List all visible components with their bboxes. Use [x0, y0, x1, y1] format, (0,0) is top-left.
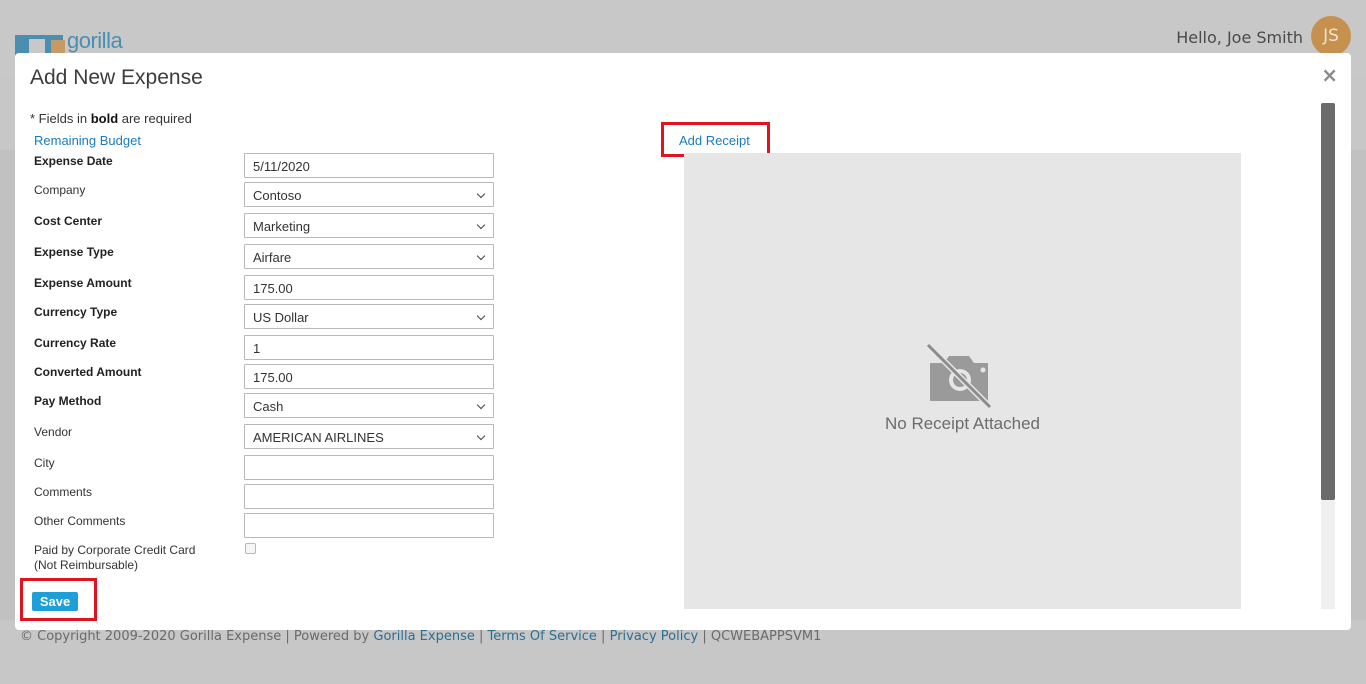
no-receipt-text: No Receipt Attached: [885, 414, 1040, 433]
page-footer: © Copyright 2009-2020 Gorilla Expense | …: [20, 629, 821, 644]
required-fields-note: * Fields in bold are required: [30, 111, 192, 126]
save-button[interactable]: Save: [32, 592, 78, 611]
scrollbar-thumb[interactable]: [1321, 103, 1335, 500]
company-label: Company: [34, 183, 86, 197]
avatar[interactable]: JS: [1311, 16, 1351, 56]
cost-center-select[interactable]: Marketing: [244, 213, 494, 238]
company-select[interactable]: Contoso: [244, 182, 494, 207]
add-receipt-link[interactable]: Add Receipt: [679, 133, 750, 148]
footer-separator: |: [596, 629, 610, 644]
currency-rate-label: Currency Rate: [34, 336, 117, 350]
modal-title: Add New Expense: [30, 66, 203, 89]
receipt-preview-area: No Receipt Attached: [684, 153, 1241, 609]
user-greeting: Hello, Joe Smith: [1176, 28, 1303, 47]
add-expense-modal: Add New Expense × * Fields in bold are r…: [15, 53, 1351, 630]
footer-separator: |: [698, 629, 711, 644]
copyright-text: © Copyright 2009-2020 Gorilla Expense | …: [20, 629, 374, 644]
converted-amount-input[interactable]: 175.00: [244, 364, 494, 389]
server-name: QCWEBAPPSVM1: [710, 629, 822, 644]
comments-label: Comments: [34, 485, 93, 499]
no-camera-icon: [925, 343, 993, 409]
pay-method-label: Pay Method: [34, 394, 102, 408]
currency-type-label: Currency Type: [34, 305, 118, 319]
expense-date-label: Expense Date: [34, 154, 113, 168]
expense-amount-label: Expense Amount: [34, 276, 132, 290]
corporate-card-label: Paid by Corporate Credit Card (Not Reimb…: [34, 543, 195, 573]
expense-date-input[interactable]: 5/11/2020: [244, 153, 494, 178]
logo-word: gorilla: [67, 28, 123, 53]
privacy-policy-link[interactable]: Privacy Policy: [610, 629, 699, 644]
corporate-card-label-line1: Paid by Corporate Credit Card: [34, 543, 196, 557]
city-label: City: [34, 456, 55, 470]
vendor-select[interactable]: AMERICAN AIRLINES: [244, 424, 494, 449]
other-comments-label: Other Comments: [34, 514, 126, 528]
terms-of-service-link[interactable]: Terms Of Service: [488, 629, 597, 644]
expense-type-select[interactable]: Airfare: [244, 244, 494, 269]
currency-type-select[interactable]: US Dollar: [244, 304, 494, 329]
modal-scrollbar[interactable]: [1321, 103, 1335, 609]
pay-method-select[interactable]: Cash: [244, 393, 494, 418]
expense-type-label: Expense Type: [34, 245, 114, 259]
expense-amount-input[interactable]: 175.00: [244, 275, 494, 300]
city-input[interactable]: [244, 455, 494, 480]
remaining-budget-link[interactable]: Remaining Budget: [34, 133, 141, 148]
currency-rate-input[interactable]: 1: [244, 335, 494, 360]
converted-amount-label: Converted Amount: [34, 365, 142, 379]
comments-input[interactable]: [244, 484, 494, 509]
corporate-card-checkbox[interactable]: [245, 543, 256, 554]
close-icon[interactable]: ×: [1321, 63, 1338, 87]
corporate-card-label-line2: (Not Reimbursable): [34, 558, 139, 572]
other-comments-input[interactable]: [244, 513, 494, 538]
cost-center-label: Cost Center: [34, 214, 103, 228]
footer-separator: |: [474, 629, 488, 644]
vendor-label: Vendor: [34, 425, 73, 439]
powered-by-link[interactable]: Gorilla Expense: [373, 629, 474, 644]
